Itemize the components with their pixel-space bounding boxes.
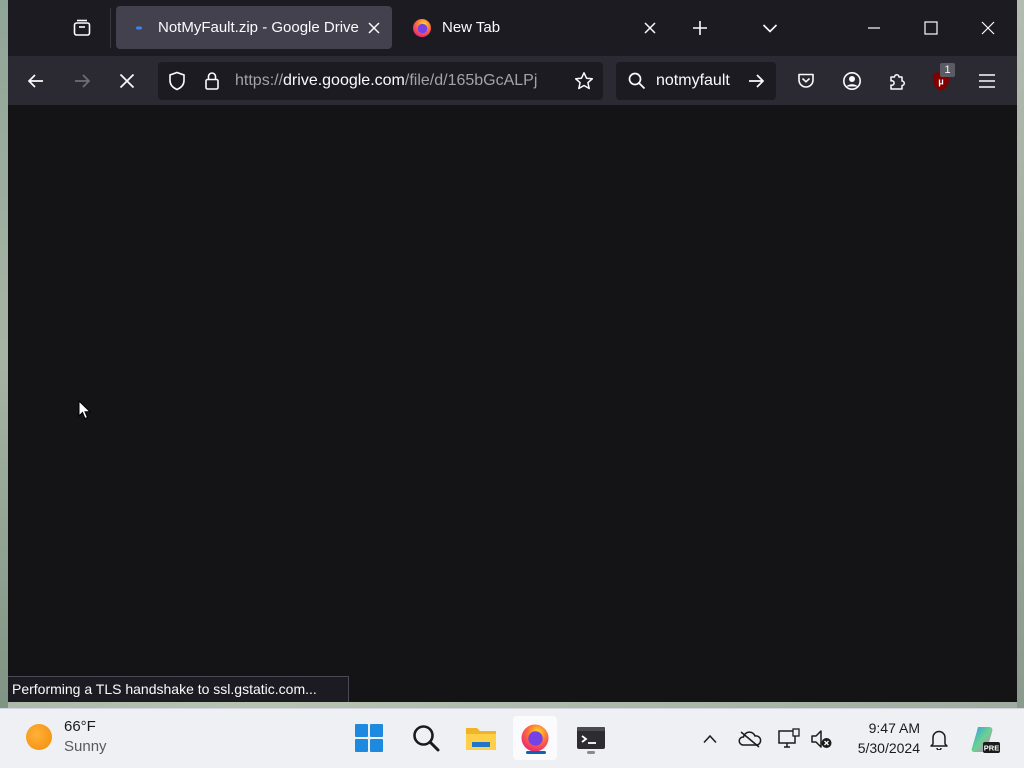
volume-button[interactable] <box>808 726 834 752</box>
weather-widget[interactable]: 66°F Sunny <box>26 717 107 757</box>
url-scheme: https:// <box>235 72 284 89</box>
onedrive-button[interactable] <box>737 726 763 752</box>
search-go-arrow-icon[interactable] <box>744 69 768 93</box>
plus-icon <box>693 21 707 35</box>
maximize-icon <box>924 21 938 35</box>
onedrive-offline-icon <box>738 731 762 748</box>
file-explorer-button[interactable] <box>459 716 503 760</box>
windows-start-icon <box>355 724 383 752</box>
tab-strip: NotMyFault.zip - Google Drive New Tab <box>8 0 1017 56</box>
arrow-left-icon <box>27 74 43 88</box>
tab-label: New Tab <box>442 19 501 36</box>
list-all-tabs-button[interactable] <box>754 12 786 44</box>
search-icon <box>625 69 649 93</box>
account-button[interactable] <box>836 65 868 97</box>
svg-text:PRE: PRE <box>984 744 999 753</box>
copilot-button[interactable]: PRE <box>968 722 1002 756</box>
system-clock[interactable]: 9:47 AM 5/30/2024 <box>844 718 920 758</box>
extension-badge: 1 <box>940 63 955 77</box>
firefox-window: NotMyFault.zip - Google Drive New Tab ht… <box>8 0 1017 702</box>
new-tab-button[interactable] <box>684 12 716 44</box>
chevron-up-icon <box>703 734 717 744</box>
tab-close-icon[interactable] <box>638 16 662 40</box>
tab-close-icon[interactable] <box>362 16 386 40</box>
app-menu-button[interactable] <box>971 65 1003 97</box>
account-icon <box>843 72 861 90</box>
pocket-icon <box>798 73 814 88</box>
desktop-wallpaper-right <box>1017 0 1024 708</box>
puzzle-icon <box>890 74 905 90</box>
speaker-muted-icon <box>811 730 832 748</box>
start-button[interactable] <box>347 716 391 760</box>
tab-label: NotMyFault.zip - Google Drive <box>158 19 359 36</box>
running-indicator <box>587 751 595 754</box>
weather-temperature: 66°F <box>64 718 96 735</box>
running-active-indicator <box>526 751 546 754</box>
firefox-taskbar-button[interactable] <box>513 716 557 760</box>
extensions-button[interactable] <box>881 65 913 97</box>
clock-date: 5/30/2024 <box>857 740 920 756</box>
url-bar[interactable]: https://drive.google.com/file/d/165bGcAL… <box>158 62 603 100</box>
notifications-button[interactable] <box>926 726 952 752</box>
desktop-wallpaper-left <box>0 0 8 708</box>
terminal-icon <box>577 727 605 749</box>
tab-new-tab[interactable]: New Tab <box>400 6 668 49</box>
forward-button[interactable] <box>66 65 98 97</box>
show-hidden-icons-button[interactable] <box>697 726 723 752</box>
tracking-protection-shield-icon[interactable] <box>165 69 189 93</box>
terminal-taskbar-button[interactable] <box>569 716 613 760</box>
firefox-view-icon <box>73 19 91 36</box>
loading-favicon-icon <box>128 18 148 38</box>
search-query[interactable]: notmyfault <box>656 72 730 90</box>
page-content-area[interactable] <box>8 105 1017 702</box>
chevron-down-icon <box>762 24 778 33</box>
minimize-button[interactable] <box>858 12 890 44</box>
close-icon <box>981 21 995 35</box>
bookmark-star-icon[interactable] <box>572 69 596 93</box>
mouse-cursor-icon <box>78 400 92 420</box>
search-bar[interactable]: notmyfault <box>616 62 776 100</box>
arrow-right-icon <box>75 74 91 88</box>
pocket-button[interactable] <box>790 65 822 97</box>
back-button[interactable] <box>20 65 52 97</box>
clock-time: 9:47 AM <box>868 720 920 736</box>
maximize-button[interactable] <box>915 12 947 44</box>
navigation-toolbar: https://drive.google.com/file/d/165bGcAL… <box>8 56 1017 105</box>
tab-notmyfault-drive[interactable]: NotMyFault.zip - Google Drive <box>116 6 392 49</box>
minimize-icon <box>868 27 880 29</box>
copilot-preview-icon: PRE <box>971 727 1000 753</box>
svg-text:μ: μ <box>938 77 944 87</box>
weather-condition: Sunny <box>64 738 107 755</box>
bell-icon <box>930 730 948 750</box>
stop-loading-button[interactable] <box>111 65 143 97</box>
hamburger-menu-icon <box>979 74 995 88</box>
display-network-icon <box>778 728 800 748</box>
url-path: /file/d/165bGcALPj <box>404 72 538 89</box>
windows-taskbar: 66°F Sunny 9:47 AM 5/30/2024 PRE <box>0 708 1024 768</box>
close-window-button[interactable] <box>972 12 1004 44</box>
file-explorer-icon <box>466 728 496 750</box>
firefox-view-button[interactable] <box>64 10 100 46</box>
search-icon <box>413 725 440 752</box>
sunny-weather-icon <box>26 724 52 750</box>
stop-icon <box>119 73 135 89</box>
url-host: drive.google.com <box>283 72 405 89</box>
taskbar-search-button[interactable] <box>404 716 448 760</box>
url-text[interactable]: https://drive.google.com/file/d/165bGcAL… <box>235 62 565 100</box>
firefox-icon <box>521 724 549 752</box>
network-button[interactable] <box>776 726 802 752</box>
firefox-icon <box>412 18 432 38</box>
tab-separator <box>110 8 111 48</box>
lock-icon[interactable] <box>200 69 224 93</box>
status-panel: Performing a TLS handshake to ssl.gstati… <box>8 676 349 702</box>
